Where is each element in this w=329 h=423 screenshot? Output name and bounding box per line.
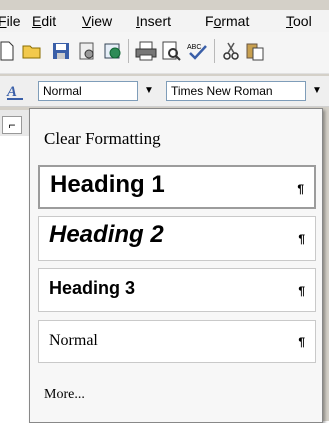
svg-text:A: A <box>6 84 17 100</box>
svg-text:ABC: ABC <box>187 44 201 51</box>
save-icon[interactable] <box>50 40 72 62</box>
print-icon[interactable] <box>135 40 157 62</box>
menu-tools[interactable]: Tool <box>286 13 312 29</box>
style-option-label: Normal <box>49 332 98 349</box>
paragraph-mark-icon: ¶ <box>298 284 305 298</box>
style-option-heading-1[interactable]: Heading 1 ¶ <box>38 165 316 209</box>
style-combo[interactable]: Normal <box>38 81 138 101</box>
word-window: File Edit View Insert Format Tool ABC A … <box>0 0 329 423</box>
research-icon[interactable] <box>102 40 124 62</box>
standard-toolbar: ABC <box>0 32 329 74</box>
toolbar-separator <box>214 39 215 63</box>
chevron-down-icon[interactable]: ▼ <box>308 81 326 101</box>
font-combo[interactable]: Times New Roman <box>166 81 306 101</box>
spelling-icon[interactable]: ABC <box>186 40 208 62</box>
print-preview-icon[interactable] <box>160 40 182 62</box>
styles-and-formatting-icon[interactable]: A <box>4 80 26 102</box>
cut-icon[interactable] <box>220 40 242 62</box>
style-option-label: Heading 3 <box>49 278 136 298</box>
new-icon[interactable] <box>0 40 18 62</box>
font-value: Times New Roman <box>171 84 273 98</box>
paragraph-mark-icon: ¶ <box>298 232 305 246</box>
menu-view[interactable]: View <box>82 13 112 29</box>
menu-insert[interactable]: Insert <box>136 13 171 29</box>
chevron-down-icon[interactable]: ▼ <box>140 81 158 101</box>
style-dropdown: Clear Formatting Heading 1 ¶ Heading 2 ¶… <box>29 108 323 423</box>
paragraph-mark-icon: ¶ <box>297 182 304 196</box>
clear-formatting-option[interactable]: Clear Formatting <box>44 129 161 149</box>
menu-bar: File Edit View Insert Format Tool <box>0 10 329 32</box>
style-option-label: Heading 1 <box>50 171 165 198</box>
style-option-heading-3[interactable]: Heading 3 ¶ <box>38 268 316 312</box>
formatting-toolbar: A Normal ▼ Times New Roman ▼ <box>0 76 329 107</box>
paragraph-mark-icon: ¶ <box>298 335 305 349</box>
tab-selector[interactable]: ⌐ <box>2 116 22 134</box>
menu-format[interactable]: Format <box>205 13 249 29</box>
menu-edit[interactable]: Edit <box>32 13 56 29</box>
permissions-icon[interactable] <box>76 40 98 62</box>
style-option-normal[interactable]: Normal ¶ <box>38 320 316 363</box>
more-styles-option[interactable]: More... <box>44 387 85 403</box>
toolbar-separator <box>128 39 129 63</box>
style-option-label: Heading 2 <box>49 221 164 248</box>
style-value: Normal <box>43 84 82 98</box>
menu-file[interactable]: File <box>0 13 21 29</box>
open-icon[interactable] <box>22 40 44 62</box>
style-option-heading-2[interactable]: Heading 2 ¶ <box>38 216 316 261</box>
paste-icon[interactable] <box>244 40 266 62</box>
